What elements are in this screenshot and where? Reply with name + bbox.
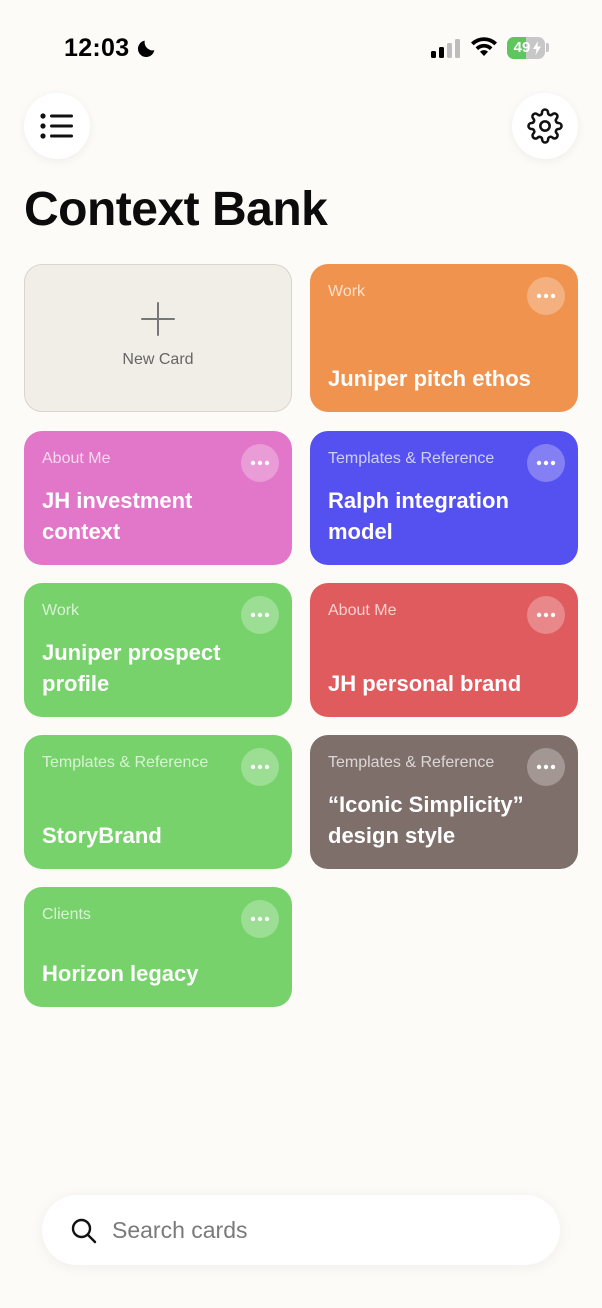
card-category: Templates & Reference bbox=[328, 450, 495, 467]
moon-icon bbox=[137, 40, 155, 58]
context-card[interactable]: Work Juniper prospect profile bbox=[24, 583, 292, 717]
card-more-button[interactable] bbox=[527, 748, 565, 786]
card-more-button[interactable] bbox=[241, 900, 279, 938]
card-more-button[interactable] bbox=[527, 596, 565, 634]
card-category: Clients bbox=[42, 906, 91, 923]
card-category: About Me bbox=[328, 602, 397, 619]
cellular-signal-icon bbox=[431, 39, 460, 58]
context-card[interactable]: Templates & Reference StoryBrand bbox=[24, 735, 292, 869]
card-more-button[interactable] bbox=[241, 596, 279, 634]
status-bar: 12:03 49 bbox=[0, 0, 602, 90]
new-card-label: New Card bbox=[122, 351, 194, 368]
context-card[interactable]: Templates & Reference “Iconic Simplicity… bbox=[310, 735, 578, 869]
card-title: JH investment context bbox=[42, 488, 193, 544]
ellipsis-icon bbox=[536, 764, 556, 770]
card-title: “Iconic Simplicity” design style bbox=[328, 792, 524, 848]
new-card-button[interactable]: New Card bbox=[24, 264, 292, 412]
ellipsis-icon bbox=[250, 916, 270, 922]
context-card[interactable]: Templates & Reference Ralph integration … bbox=[310, 431, 578, 565]
search-icon bbox=[71, 1218, 97, 1244]
context-card[interactable]: Work Juniper pitch ethos bbox=[310, 264, 578, 412]
charging-bolt-icon bbox=[533, 41, 541, 55]
card-more-button[interactable] bbox=[241, 444, 279, 482]
ellipsis-icon bbox=[536, 612, 556, 618]
card-category: Work bbox=[42, 602, 80, 619]
list-icon bbox=[40, 113, 73, 139]
card-category: Work bbox=[328, 283, 366, 300]
card-more-button[interactable] bbox=[527, 444, 565, 482]
battery-indicator: 49 bbox=[507, 37, 545, 59]
wifi-icon bbox=[471, 37, 497, 56]
ellipsis-icon bbox=[536, 460, 556, 466]
status-time: 12:03 bbox=[64, 34, 130, 62]
card-title: JH personal brand bbox=[328, 671, 522, 696]
ellipsis-icon bbox=[250, 764, 270, 770]
screen: 12:03 49 Context Bank New Card Work Juni… bbox=[0, 0, 602, 1308]
ellipsis-icon bbox=[250, 460, 270, 466]
card-category: Templates & Reference bbox=[42, 754, 209, 771]
search-input[interactable] bbox=[112, 1209, 532, 1251]
context-card[interactable]: About Me JH investment context bbox=[24, 431, 292, 565]
page-title: Context Bank bbox=[24, 183, 328, 236]
gear-icon bbox=[527, 108, 563, 144]
search-bar[interactable] bbox=[42, 1195, 560, 1265]
settings-button[interactable] bbox=[512, 93, 578, 159]
ellipsis-icon bbox=[536, 293, 556, 299]
card-title: Juniper pitch ethos bbox=[328, 366, 531, 391]
card-category: About Me bbox=[42, 450, 111, 467]
card-title: Ralph integration model bbox=[328, 488, 509, 544]
card-more-button[interactable] bbox=[241, 748, 279, 786]
plus-icon bbox=[141, 302, 175, 336]
card-title: Horizon legacy bbox=[42, 961, 199, 986]
card-category: Templates & Reference bbox=[328, 754, 495, 771]
card-more-button[interactable] bbox=[527, 277, 565, 315]
context-card[interactable]: About Me JH personal brand bbox=[310, 583, 578, 717]
menu-button[interactable] bbox=[24, 93, 90, 159]
ellipsis-icon bbox=[250, 612, 270, 618]
card-title: Juniper prospect profile bbox=[42, 640, 221, 696]
battery-cap bbox=[546, 43, 549, 52]
context-card[interactable]: Clients Horizon legacy bbox=[24, 887, 292, 1007]
card-title: StoryBrand bbox=[42, 823, 162, 848]
